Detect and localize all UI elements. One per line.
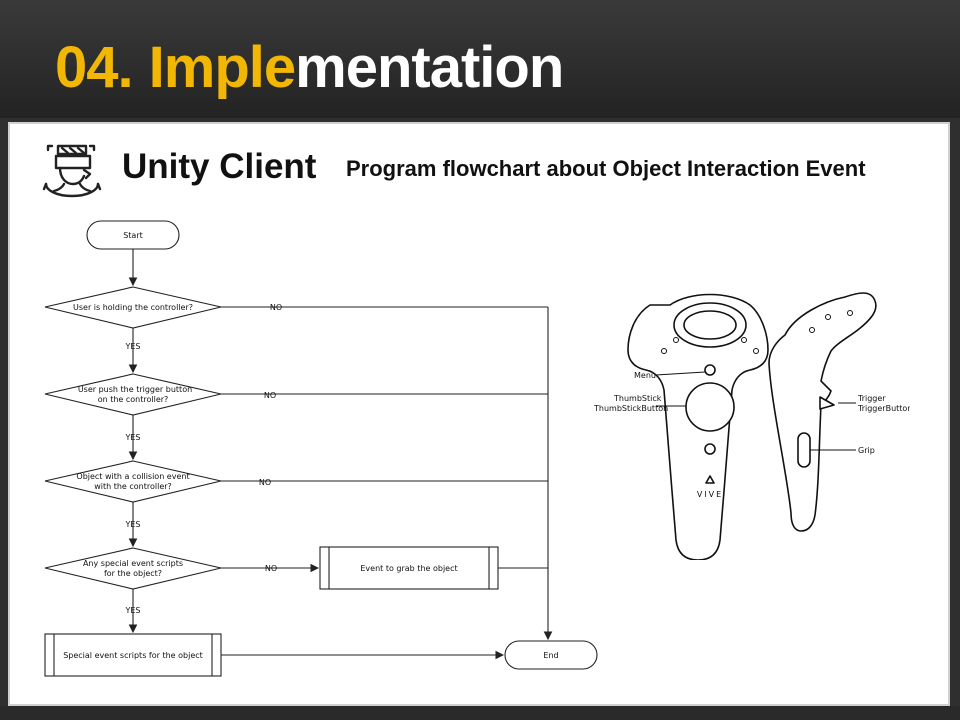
grip-button	[797, 432, 811, 468]
label-trigger: Trigger	[857, 394, 886, 403]
thumbstick-pad	[685, 382, 735, 432]
yes-label-4: YES	[124, 606, 140, 615]
label-trigger-button: TriggerButton	[857, 404, 910, 413]
process-grab-label: Event to grab the object	[360, 564, 457, 573]
no-label-1: NO	[270, 303, 282, 312]
system-button	[704, 443, 716, 455]
label-grip: Grip	[858, 446, 875, 455]
start-label: Start	[123, 231, 143, 240]
tracking-ring-inner	[683, 310, 737, 340]
decision-holding-label: User is holding the controller?	[73, 303, 193, 312]
label-menu: Menu	[634, 371, 656, 380]
decision-collision-label-2: with the controller?	[94, 482, 172, 491]
decision-trigger-label-2: on the controller?	[98, 395, 169, 404]
label-vive: VIVE	[697, 490, 723, 499]
process-special-label: Special event scripts for the object	[63, 651, 203, 660]
yes-label-2: YES	[124, 433, 140, 442]
decision-collision-label-1: Object with a collision event	[76, 472, 189, 481]
end-label: End	[543, 651, 558, 660]
label-thumbstick-button: ThumbStickButton	[593, 404, 668, 413]
decision-special-label-2: for the object?	[104, 569, 162, 578]
no-label-4: NO	[265, 564, 277, 573]
label-thumbstick: ThumbStick	[613, 394, 662, 403]
vive-controller-illustration: Menu ThumbStick ThumbStickButton VIVE Tr…	[593, 292, 910, 560]
no-label-3: NO	[259, 478, 271, 487]
yes-label-3: YES	[124, 520, 140, 529]
decision-special-label-1: Any special event scripts	[83, 559, 183, 568]
yes-label-1: YES	[124, 342, 140, 351]
menu-button	[704, 364, 716, 376]
no-label-2: NO	[264, 391, 276, 400]
decision-trigger-label-1: User push the trigger button	[78, 385, 192, 394]
